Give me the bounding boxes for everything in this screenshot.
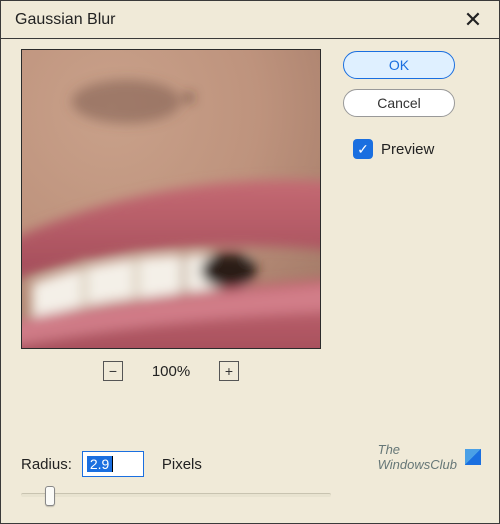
slider-thumb-icon[interactable] <box>45 486 55 506</box>
radius-value: 2.9 <box>87 456 112 472</box>
zoom-out-button[interactable]: − <box>103 361 123 381</box>
zoom-in-button[interactable]: + <box>219 361 239 381</box>
radius-label: Radius: <box>21 456 72 473</box>
text-cursor-icon <box>112 456 113 472</box>
titlebar: Gaussian Blur ✕ <box>1 1 499 39</box>
watermark: The WindowsClub <box>378 442 481 473</box>
watermark-line1: The <box>378 442 457 458</box>
ok-button[interactable]: OK <box>343 51 455 79</box>
preview-checkbox-row[interactable]: ✓ Preview <box>353 139 455 159</box>
watermark-logo-icon <box>465 449 481 465</box>
checkbox-icon[interactable]: ✓ <box>353 139 373 159</box>
dialog-title: Gaussian Blur <box>15 11 116 29</box>
preview-column: − 100% + <box>21 49 321 381</box>
radius-input[interactable]: 2.9 <box>82 451 144 477</box>
side-panel: OK Cancel ✓ Preview <box>343 49 455 381</box>
radius-unit: Pixels <box>162 456 202 473</box>
close-icon[interactable]: ✕ <box>457 4 489 36</box>
radius-slider[interactable] <box>21 493 331 497</box>
content-area: − 100% + OK Cancel ✓ Preview <box>1 39 499 391</box>
cancel-button[interactable]: Cancel <box>343 89 455 117</box>
watermark-line2: WindowsClub <box>378 457 457 473</box>
preview-image <box>22 50 320 348</box>
zoom-level: 100% <box>147 363 195 380</box>
zoom-controls: − 100% + <box>103 361 239 381</box>
preview-checkbox-label: Preview <box>381 141 434 158</box>
preview-frame[interactable] <box>21 49 321 349</box>
